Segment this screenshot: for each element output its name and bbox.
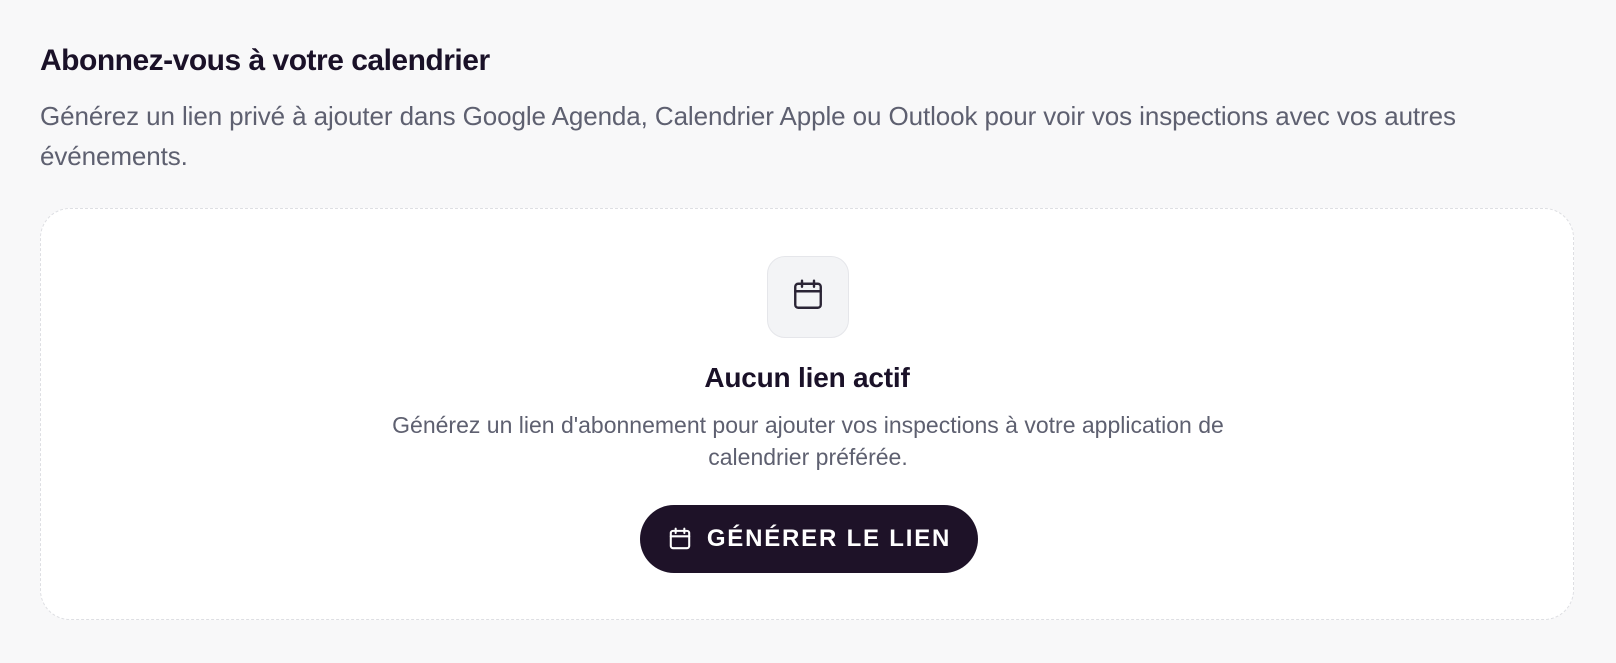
calendar-icon xyxy=(790,277,826,318)
empty-state-description: Générez un lien d'abonnement pour ajoute… xyxy=(392,412,1224,470)
calendar-icon-box xyxy=(767,256,849,338)
section-description: Générez un lien privé à ajouter dans Goo… xyxy=(40,101,1456,171)
empty-state-title: Aucun lien actif xyxy=(704,362,910,393)
generate-link-button[interactable]: GÉNÉRER LE LIEN xyxy=(640,505,978,573)
section-title: Abonnez-vous à votre calendrier xyxy=(40,44,490,77)
generate-link-button-label: GÉNÉRER LE LIEN xyxy=(706,525,952,552)
empty-state-card: Aucun lien actif Générez un lien d'abonn… xyxy=(40,208,1574,620)
calendar-icon xyxy=(667,526,693,552)
